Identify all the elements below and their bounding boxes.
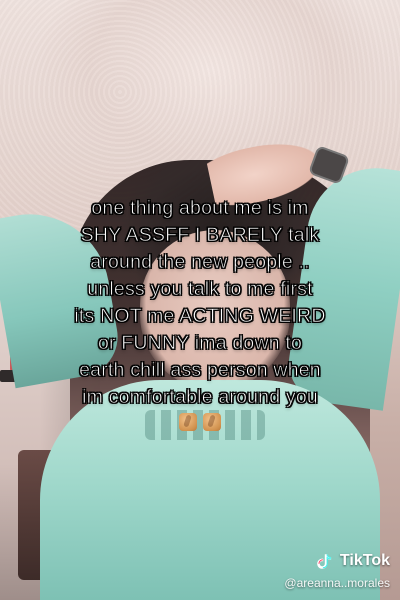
crossed-fingers-icon [203, 413, 221, 431]
caption-line: unless you talk to me first [87, 278, 313, 301]
video-frame: one thing about me is im SHY ASSFF I BAR… [0, 0, 400, 600]
caption-line: one thing about me is im [91, 197, 309, 220]
creator-handle: @areanna..morales [284, 576, 390, 590]
caption-line: SHY ASSFF I BARELY talk [80, 224, 320, 247]
caption-line: or FUNNY ima down to [97, 332, 303, 355]
crossed-fingers-icon [179, 413, 197, 431]
caption-line: earth chill ass person when [79, 359, 321, 382]
tiktok-watermark: TikTok [316, 552, 390, 570]
caption-line: its NOT me ACTING WEIRD [74, 305, 326, 328]
caption-line: im comfortable around you [82, 386, 318, 409]
caption-line: around the new people .. [90, 251, 310, 274]
tiktok-brand: TikTok [339, 552, 390, 569]
caption-overlay: one thing about me is im SHY ASSFF I BAR… [0, 195, 400, 431]
tiktok-logo-icon [316, 552, 334, 570]
emoji-row [0, 413, 400, 431]
